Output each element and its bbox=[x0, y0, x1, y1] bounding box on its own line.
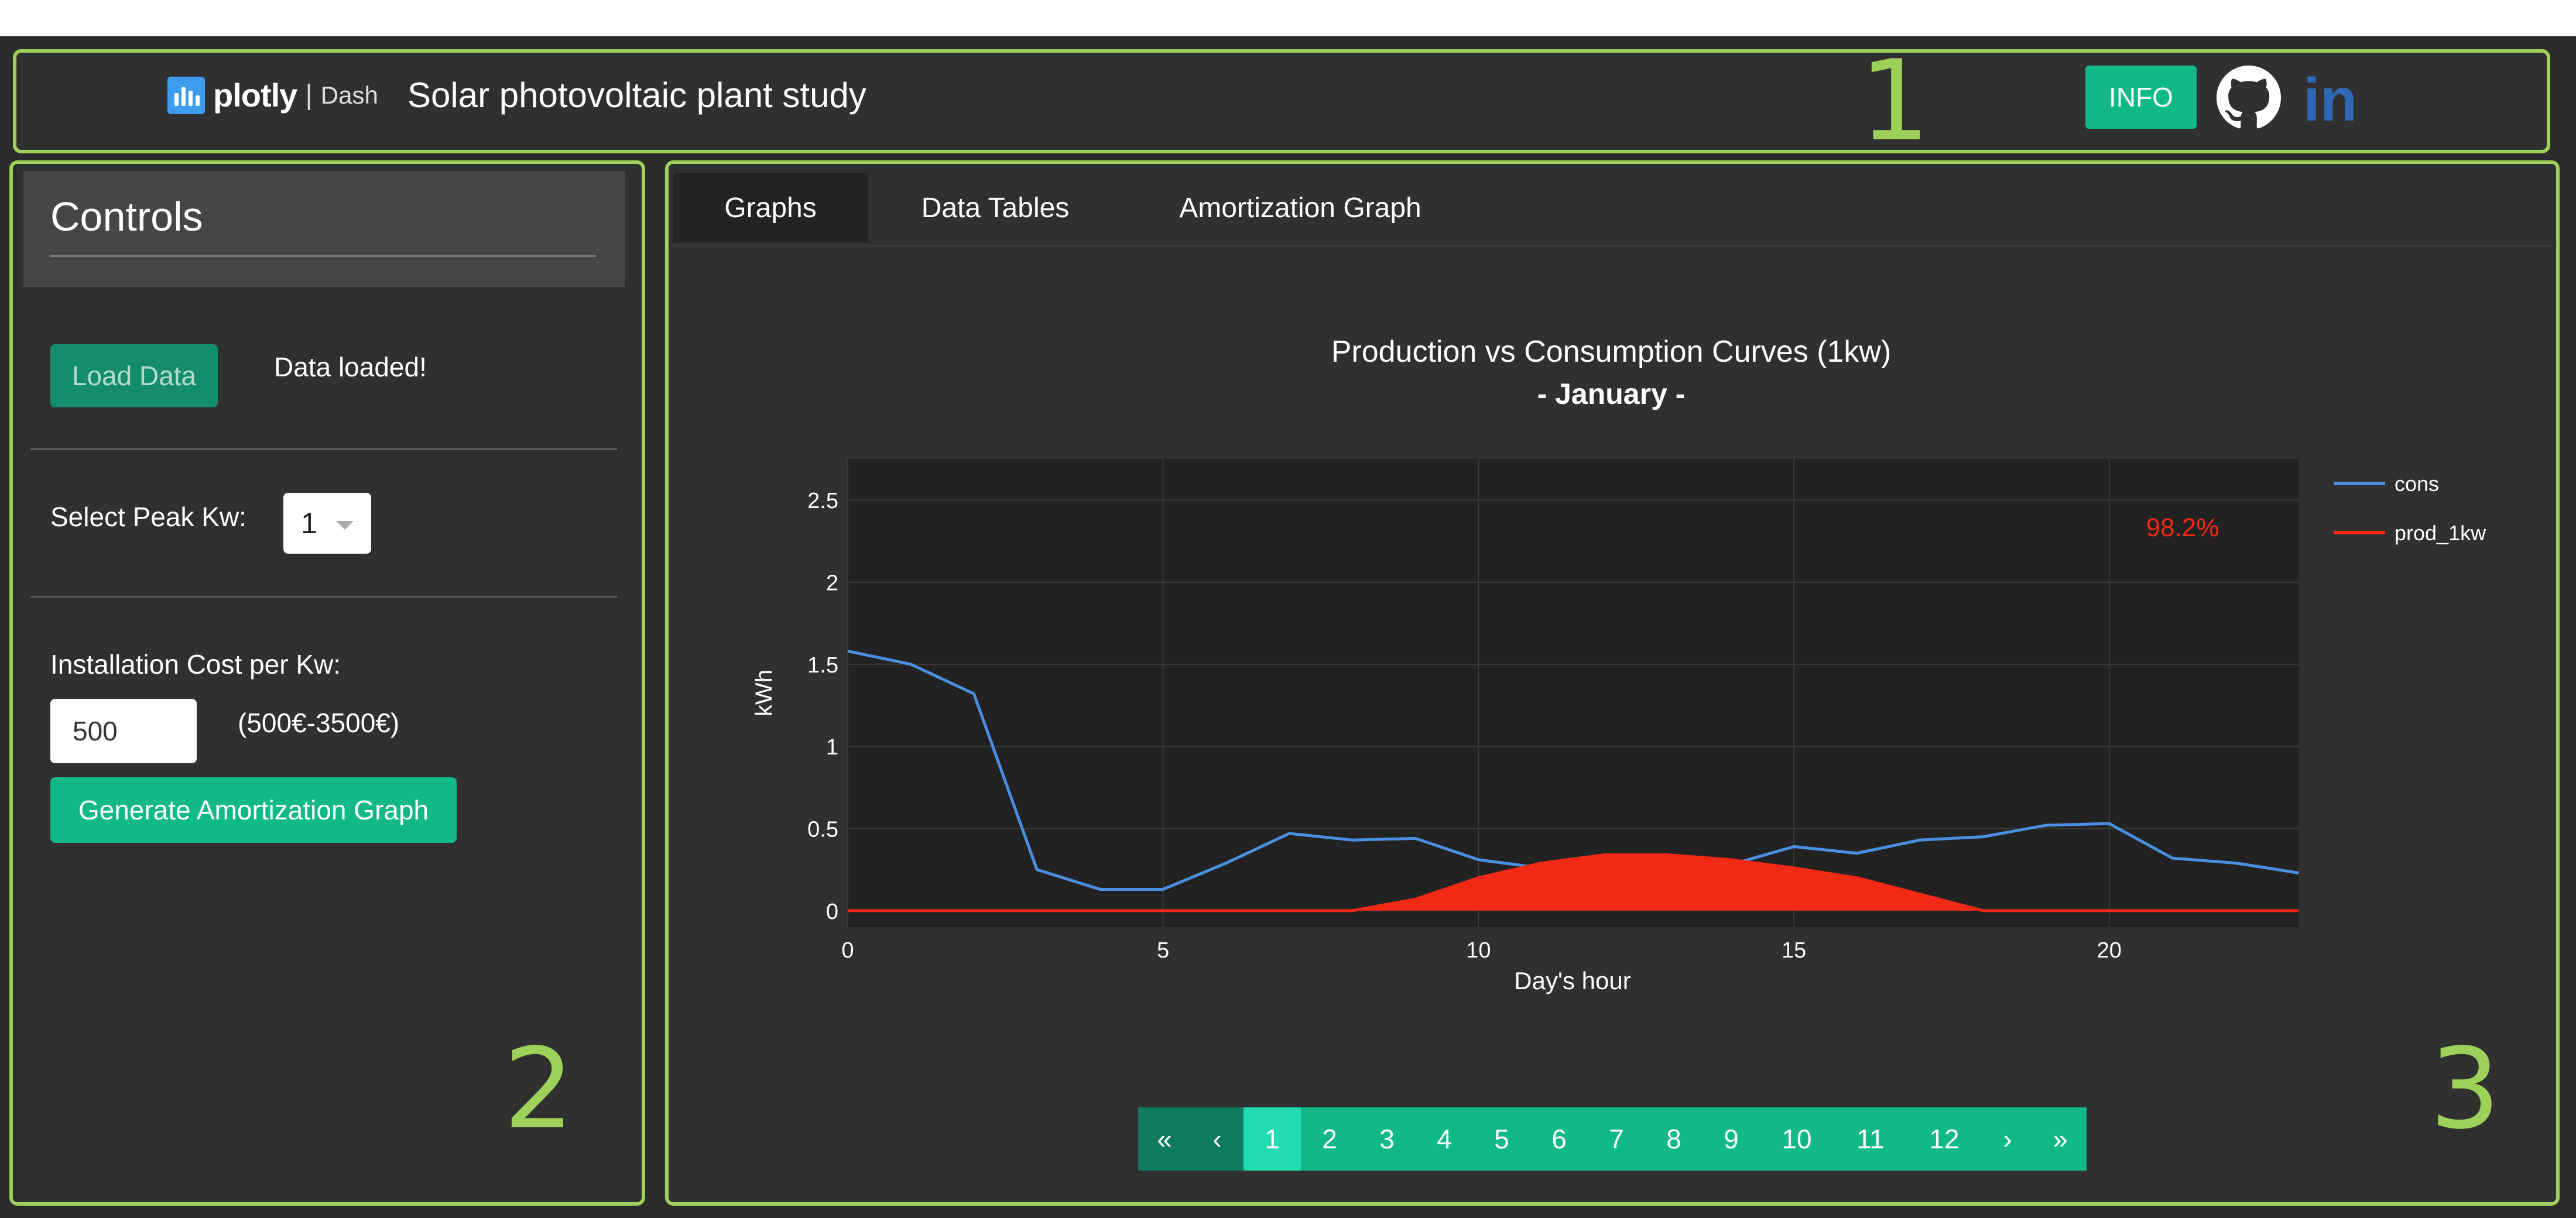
pagination-page-3[interactable]: 3 bbox=[1358, 1107, 1416, 1171]
chart-subtitle: - January - bbox=[1537, 378, 1686, 410]
logo-separator: | bbox=[305, 80, 313, 111]
logo-text: plotly bbox=[213, 77, 297, 114]
y-tick-label: 2.5 bbox=[807, 489, 838, 513]
chevron-down-icon bbox=[336, 521, 354, 530]
pagination-page-11[interactable]: 11 bbox=[1834, 1107, 1907, 1171]
linkedin-icon[interactable]: in bbox=[2303, 67, 2368, 128]
tab-graphs[interactable]: Graphs bbox=[673, 173, 868, 242]
production-consumption-chart[interactable]: Production vs Consumption Curves (1kw) -… bbox=[664, 316, 2556, 1018]
pagination-first-button[interactable]: « bbox=[1138, 1107, 1191, 1171]
info-button[interactable]: INFO bbox=[2085, 66, 2197, 129]
controls-divider bbox=[30, 448, 617, 450]
pagination-next-button[interactable]: › bbox=[1981, 1107, 2034, 1171]
tab-data-tables[interactable]: Data Tables bbox=[871, 173, 1119, 242]
svg-text:in: in bbox=[2303, 67, 2357, 128]
installation-cost-input[interactable] bbox=[50, 699, 197, 763]
controls-divider bbox=[30, 596, 617, 598]
legend-label-prod_1kw[interactable]: prod_1kw bbox=[2395, 521, 2486, 545]
legend-label-cons[interactable]: cons bbox=[2395, 472, 2439, 496]
y-axis-label: kWh bbox=[751, 670, 777, 716]
chart-legend: cons prod_1kw bbox=[2334, 472, 2486, 545]
cost-range-hint: (500€-3500€) bbox=[238, 708, 400, 738]
pagination-page-2[interactable]: 2 bbox=[1301, 1107, 1358, 1171]
pagination-page-5[interactable]: 5 bbox=[1473, 1107, 1530, 1171]
plot-area bbox=[848, 459, 2298, 927]
region-1-number: 1 bbox=[1859, 36, 1930, 166]
y-tick-label: 1 bbox=[826, 735, 838, 760]
y-tick-label: 2 bbox=[826, 571, 838, 596]
x-tick-label: 20 bbox=[2097, 938, 2122, 963]
peak-kw-value: 1 bbox=[301, 507, 317, 540]
chart-title: Production vs Consumption Curves (1kw) bbox=[1331, 335, 1892, 369]
plotly-logo-icon bbox=[167, 76, 205, 114]
load-data-button[interactable]: Load Data bbox=[50, 344, 218, 407]
controls-title: Controls bbox=[50, 194, 203, 239]
region-3-number: 3 bbox=[2430, 1024, 2500, 1154]
pagination-last-button[interactable]: » bbox=[2034, 1107, 2087, 1171]
controls-title-underline bbox=[50, 255, 596, 257]
x-tick-label: 0 bbox=[841, 938, 854, 963]
y-tick-label: 1.5 bbox=[807, 653, 838, 678]
github-icon[interactable] bbox=[2217, 66, 2281, 130]
x-tick-label: 15 bbox=[1782, 938, 1806, 963]
generate-amortization-button[interactable]: Generate Amortization Graph bbox=[50, 777, 457, 843]
month-pagination: «‹ 1 2 3 4 5 6 7 8 9 10 11 12 ›» bbox=[1138, 1107, 2087, 1171]
peak-kw-dropdown[interactable]: 1 bbox=[283, 493, 371, 554]
x-tick-label: 10 bbox=[1466, 938, 1491, 963]
pagination-page-8[interactable]: 8 bbox=[1645, 1107, 1703, 1171]
pagination-prev-button[interactable]: ‹ bbox=[1191, 1107, 1244, 1171]
pagination-page-12[interactable]: 12 bbox=[1907, 1107, 1981, 1171]
tab-amortization-graph[interactable]: Amortization Graph bbox=[1122, 173, 1479, 242]
app-title: Solar photovoltaic plant study bbox=[407, 76, 866, 115]
logo-dash-text: Dash bbox=[320, 81, 378, 109]
data-loaded-status: Data loaded! bbox=[274, 352, 427, 382]
x-tick-label: 5 bbox=[1157, 938, 1169, 963]
peak-kw-label: Select Peak Kw: bbox=[50, 502, 246, 532]
pagination-page-7[interactable]: 7 bbox=[1588, 1107, 1645, 1171]
y-tick-label: 0.5 bbox=[807, 818, 838, 842]
pagination-page-9[interactable]: 9 bbox=[1703, 1107, 1760, 1171]
pagination-page-1[interactable]: 1 bbox=[1244, 1107, 1301, 1171]
pagination-page-4[interactable]: 4 bbox=[1416, 1107, 1473, 1171]
plotly-dash-logo[interactable]: plotly | Dash bbox=[167, 76, 378, 114]
pagination-page-6[interactable]: 6 bbox=[1530, 1107, 1588, 1171]
installation-cost-label: Installation Cost per Kw: bbox=[50, 649, 341, 680]
x-axis-label: Day's hour bbox=[1514, 967, 1630, 994]
top-white-strip bbox=[0, 0, 2576, 36]
region-2-number: 2 bbox=[503, 1024, 574, 1154]
peak-percentage-annotation: 98.2% bbox=[2146, 513, 2219, 542]
pagination-page-10[interactable]: 10 bbox=[1760, 1107, 1834, 1171]
y-tick-label: 0 bbox=[826, 900, 838, 924]
